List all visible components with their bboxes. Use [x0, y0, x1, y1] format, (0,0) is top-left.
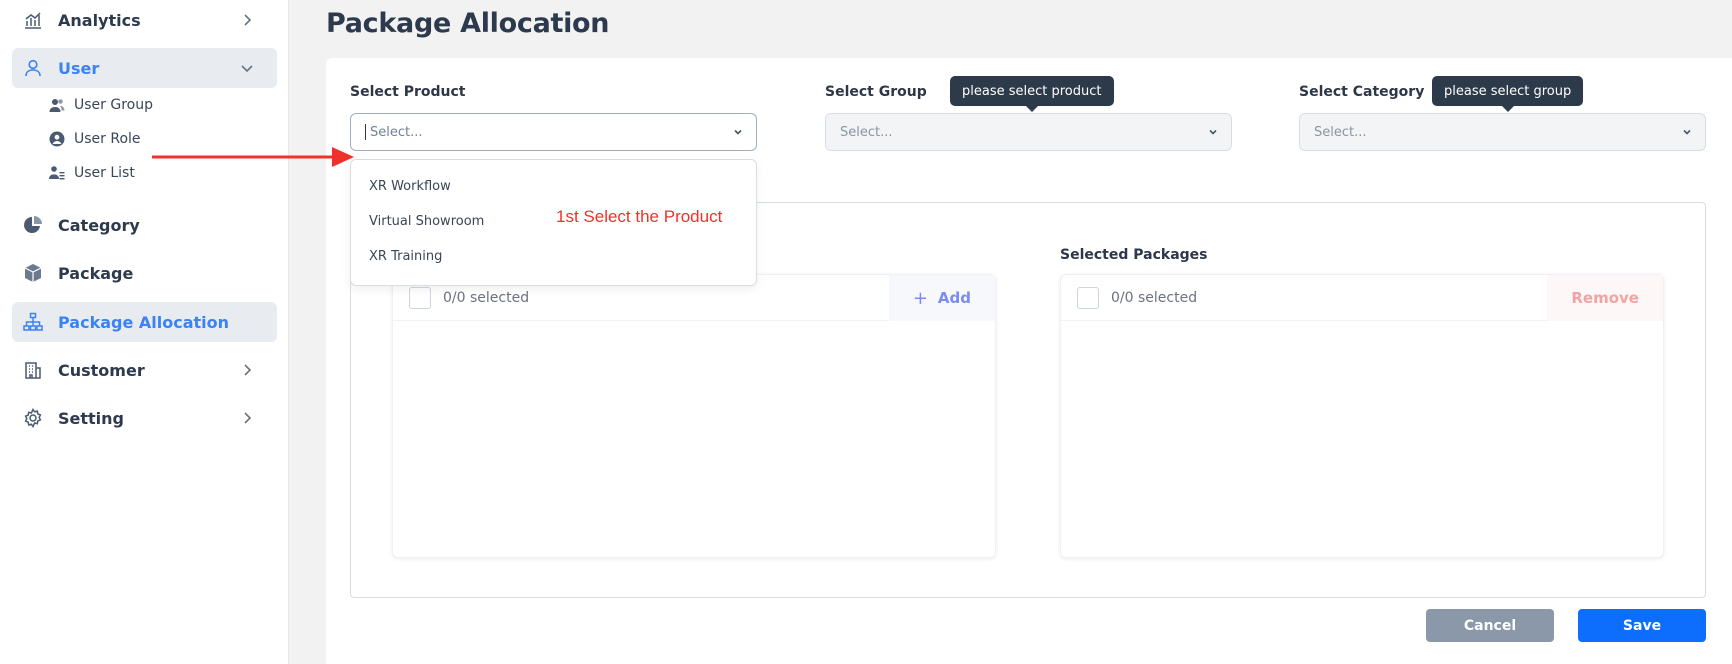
selected-packages-title: Selected Packages: [1060, 247, 1208, 263]
product-option[interactable]: XR Workflow: [369, 179, 451, 194]
add-button[interactable]: + Add: [888, 275, 995, 321]
chevron-right-icon: [244, 412, 252, 424]
sidebar-subitem-label: User Role: [74, 131, 141, 147]
select-category-dropdown[interactable]: Select...: [1299, 113, 1706, 151]
selection-count: 0/0 selected: [1111, 289, 1198, 306]
sidebar-subitem-user-group[interactable]: User Group: [48, 92, 153, 118]
sidebar-item-customer[interactable]: Customer: [12, 350, 277, 390]
user-list-icon: [48, 164, 66, 182]
select-group-dropdown[interactable]: Select...: [825, 113, 1232, 151]
sidebar-item-label: Customer: [58, 360, 145, 380]
chevron-down-icon: [1209, 129, 1217, 135]
select-group-label: Select Group: [825, 84, 927, 100]
available-packages-panel: 0/0 selected + Add: [392, 274, 996, 558]
select-category-label: Select Category: [1299, 84, 1425, 100]
sidebar-item-analytics[interactable]: Analytics: [12, 0, 277, 40]
add-button-label: Add: [937, 289, 971, 307]
gear-icon: [22, 407, 44, 429]
select-product-placeholder: Select...: [370, 124, 423, 140]
panel-header: 0/0 selected Remove: [1061, 275, 1663, 321]
text-cursor: [365, 124, 366, 140]
select-category-placeholder: Select...: [1314, 124, 1367, 140]
chevron-right-icon: [244, 364, 252, 376]
select-category-tooltip: please select group: [1432, 76, 1584, 112]
sidebar-item-package-allocation[interactable]: Package Allocation: [12, 302, 277, 342]
selected-packages-panel: 0/0 selected Remove: [1060, 274, 1664, 558]
select-product-dropdown[interactable]: Select...: [350, 113, 757, 151]
sidebar-item-label: Setting: [58, 408, 124, 428]
pie-chart-icon: [22, 214, 44, 236]
sidebar-subitem-user-list[interactable]: User List: [48, 160, 135, 186]
annotation-arrow-icon: [152, 147, 354, 167]
sidebar: Analytics User User Group User Role User…: [0, 0, 289, 664]
product-option[interactable]: Virtual Showroom: [369, 214, 484, 229]
select-group-tooltip: please select product: [950, 76, 1114, 112]
sidebar-subitem-label: User List: [74, 165, 135, 181]
hierarchy-icon: [22, 311, 44, 333]
sidebar-item-label: Package Allocation: [58, 312, 230, 332]
user-icon: [22, 57, 44, 79]
select-product-label: Select Product: [350, 84, 466, 100]
chevron-right-icon: [244, 14, 252, 26]
sidebar-item-setting[interactable]: Setting: [12, 398, 277, 438]
package-box-icon: [22, 262, 44, 284]
sidebar-subitem-label: User Group: [74, 97, 153, 113]
remove-button-label: Remove: [1571, 289, 1639, 307]
selection-count: 0/0 selected: [443, 289, 530, 306]
sidebar-item-label: User: [58, 58, 100, 78]
sidebar-item-category[interactable]: Category: [12, 205, 277, 245]
chevron-down-icon: [1683, 129, 1691, 135]
user-circle-icon: [48, 130, 66, 148]
chevron-down-icon: [734, 129, 742, 135]
bar-chart-icon: [22, 9, 44, 31]
sidebar-item-label: Package: [58, 263, 134, 283]
users-group-icon: [48, 96, 66, 114]
save-button[interactable]: Save: [1578, 609, 1706, 642]
page-title: Package Allocation: [326, 8, 610, 39]
sidebar-subitem-user-role[interactable]: User Role: [48, 126, 141, 152]
annotation-text: 1st Select the Product: [556, 207, 723, 226]
sidebar-item-label: Category: [58, 215, 140, 235]
cancel-button[interactable]: Cancel: [1426, 609, 1554, 642]
select-group-placeholder: Select...: [840, 124, 893, 140]
sidebar-item-user[interactable]: User: [12, 48, 277, 88]
building-icon: [22, 359, 44, 381]
select-all-checkbox[interactable]: [409, 286, 431, 309]
sidebar-item-package[interactable]: Package: [12, 253, 277, 293]
chevron-down-icon: [241, 65, 253, 73]
select-all-checkbox[interactable]: [1077, 286, 1099, 309]
plus-icon: +: [912, 287, 928, 309]
remove-button[interactable]: Remove: [1547, 275, 1663, 321]
product-option[interactable]: XR Training: [369, 249, 442, 264]
sidebar-item-label: Analytics: [58, 10, 141, 30]
